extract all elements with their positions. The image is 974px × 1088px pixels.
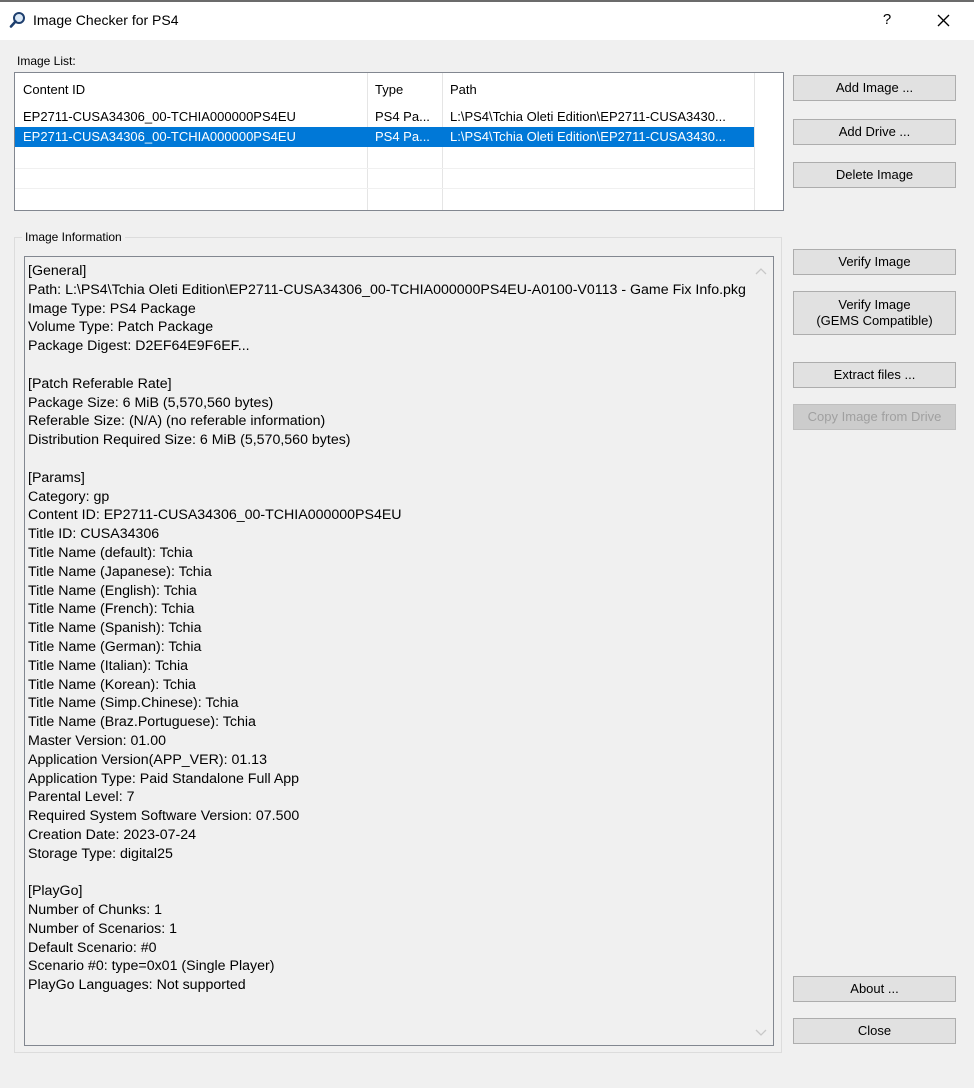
- extract-files-button[interactable]: Extract files ...: [793, 362, 956, 388]
- title-bar: Image Checker for PS4 ?: [0, 0, 974, 40]
- help-icon[interactable]: ?: [876, 9, 898, 31]
- list-gridline: [15, 168, 754, 169]
- row-content-id: EP2711-CUSA34306_00-TCHIA000000PS4EU: [23, 129, 296, 144]
- list-gridline: [15, 188, 754, 189]
- image-information-text: [General] Path: L:\PS4\Tchia Oleti Editi…: [28, 263, 746, 994]
- column-divider: [754, 73, 755, 210]
- image-list-view[interactable]: Content ID Type Path EP2711-CUSA34306_00…: [14, 72, 784, 211]
- verify-gems-line1: Verify Image: [838, 297, 911, 312]
- image-information-textbox[interactable]: [General] Path: L:\PS4\Tchia Oleti Editi…: [24, 256, 774, 1046]
- column-header-type[interactable]: Type: [367, 73, 442, 103]
- list-row[interactable]: EP2711-CUSA34306_00-TCHIA000000PS4EU PS4…: [15, 107, 754, 127]
- column-header-path[interactable]: Path: [442, 73, 754, 103]
- column-header-content-id[interactable]: Content ID: [15, 73, 367, 103]
- row-type: PS4 Pa...: [375, 129, 430, 144]
- image-list-label: Image List:: [17, 54, 76, 68]
- add-image-button[interactable]: Add Image ...: [793, 75, 956, 101]
- delete-image-button[interactable]: Delete Image: [793, 162, 956, 188]
- list-row-selected[interactable]: EP2711-CUSA34306_00-TCHIA000000PS4EU PS4…: [15, 127, 754, 147]
- image-information-label: Image Information: [22, 230, 125, 244]
- about-button[interactable]: About ...: [793, 976, 956, 1002]
- magnifier-app-icon: [9, 12, 25, 28]
- close-icon[interactable]: [932, 9, 954, 31]
- copy-image-from-drive-button[interactable]: Copy Image from Drive: [793, 404, 956, 430]
- verify-image-button[interactable]: Verify Image: [793, 249, 956, 275]
- row-path: L:\PS4\Tchia Oleti Edition\EP2711-CUSA34…: [450, 129, 726, 144]
- scroll-up-arrow-icon[interactable]: [755, 267, 767, 277]
- window-title: Image Checker for PS4: [33, 12, 179, 28]
- row-path: L:\PS4\Tchia Oleti Edition\EP2711-CUSA34…: [450, 109, 726, 124]
- verify-image-gems-button[interactable]: Verify Image (GEMS Compatible): [793, 291, 956, 335]
- close-button[interactable]: Close: [793, 1018, 956, 1044]
- title-bar-top-edge: [0, 0, 974, 2]
- row-content-id: EP2711-CUSA34306_00-TCHIA000000PS4EU: [23, 109, 296, 124]
- add-drive-button[interactable]: Add Drive ...: [793, 119, 956, 145]
- verify-gems-line2: (GEMS Compatible): [816, 313, 933, 328]
- scroll-down-arrow-icon[interactable]: [755, 1027, 767, 1037]
- row-type: PS4 Pa...: [375, 109, 430, 124]
- list-header: Content ID Type Path: [15, 73, 783, 103]
